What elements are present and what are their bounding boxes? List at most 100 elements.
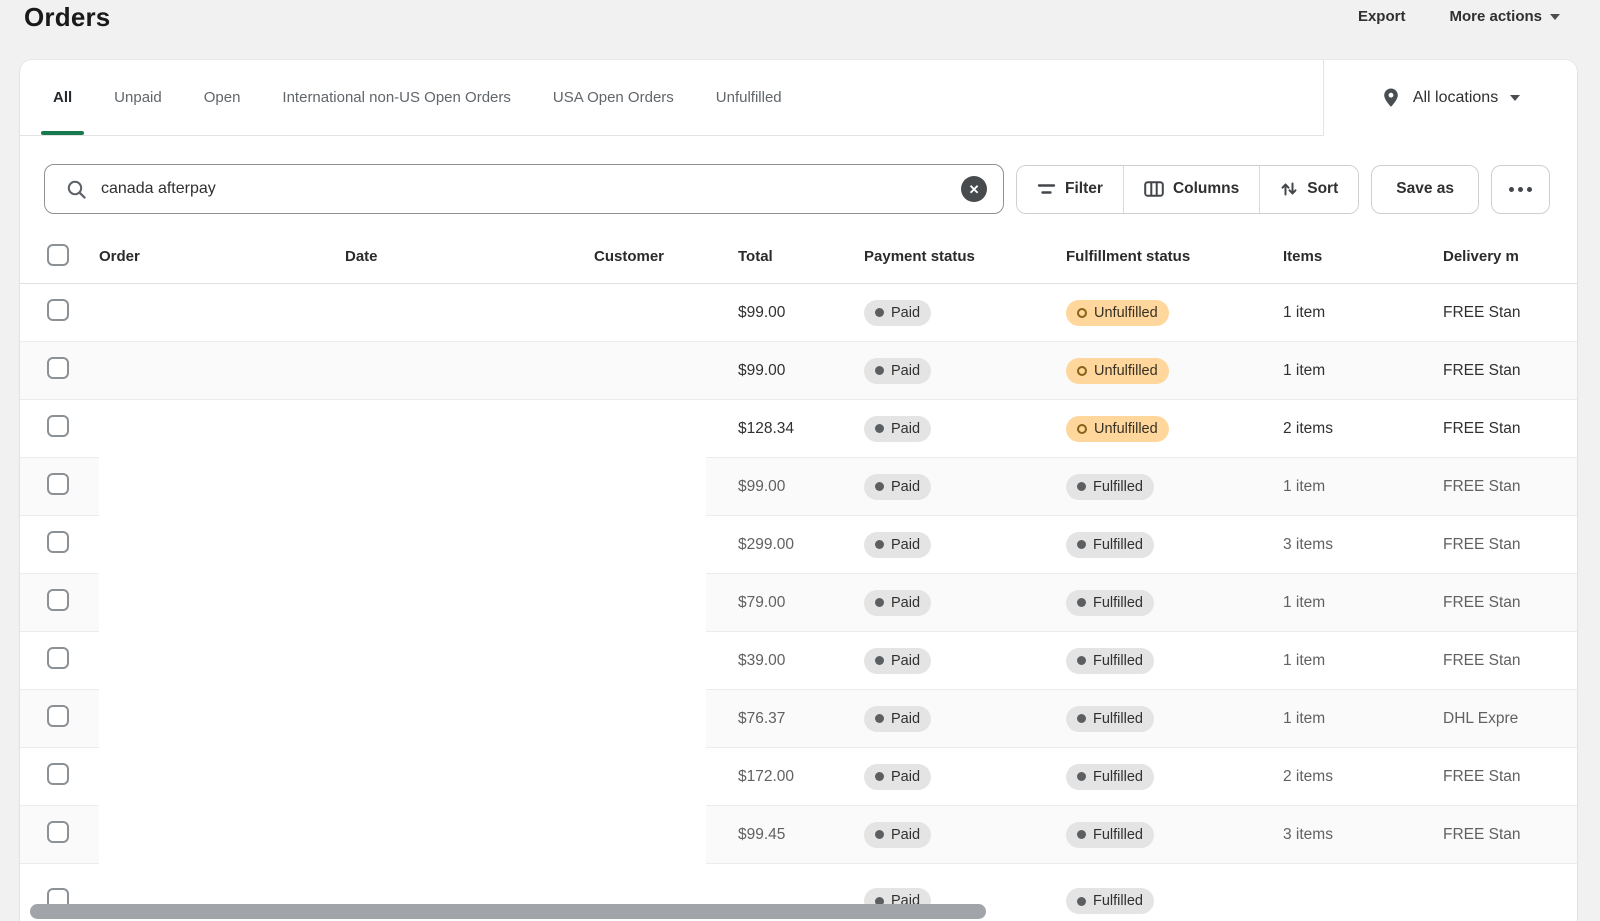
status-dot-icon bbox=[875, 366, 884, 375]
location-filter-button[interactable]: All locations bbox=[1323, 60, 1577, 136]
tab-unpaid[interactable]: Unpaid bbox=[99, 60, 177, 135]
search-box[interactable]: ✕ bbox=[44, 164, 1004, 214]
orders-table: Order Date Customer Total Payment status… bbox=[20, 230, 1577, 921]
filter-button[interactable]: Filter bbox=[1017, 166, 1123, 213]
fulfillment-status-badge: Fulfilled bbox=[1066, 706, 1154, 732]
row-checkbox[interactable] bbox=[47, 647, 69, 669]
total-cell: $128.34 bbox=[738, 420, 864, 438]
table-row[interactable]: $99.45 Paid Fulfilled 3 items FREE Stan bbox=[20, 806, 1577, 864]
table-row[interactable]: $79.00 Paid Fulfilled 1 item FREE Stan bbox=[20, 574, 1577, 632]
status-dot-icon bbox=[1077, 656, 1086, 665]
column-header-delivery-method: Delivery m bbox=[1443, 248, 1577, 265]
status-dot-icon bbox=[875, 482, 884, 491]
sort-button[interactable]: Sort bbox=[1259, 166, 1358, 213]
columns-icon bbox=[1144, 181, 1164, 197]
table-row[interactable]: $99.00 Paid Fulfilled 1 item FREE Stan bbox=[20, 458, 1577, 516]
fulfillment-status-badge: Unfulfilled bbox=[1066, 416, 1169, 442]
delivery-method-cell: FREE Stan bbox=[1443, 826, 1577, 844]
clear-search-button[interactable]: ✕ bbox=[961, 176, 987, 202]
tab-all[interactable]: All bbox=[38, 60, 87, 135]
status-dot-icon bbox=[1077, 366, 1087, 376]
status-dot-icon bbox=[1077, 540, 1086, 549]
status-dot-icon bbox=[875, 540, 884, 549]
status-dot-icon bbox=[1077, 424, 1087, 434]
delivery-method-cell: DHL Expre bbox=[1443, 710, 1577, 728]
table-row[interactable]: $76.37 Paid Fulfilled 1 item DHL Expre bbox=[20, 690, 1577, 748]
table-row[interactable]: $128.34 Paid Unfulfilled 2 items FREE St… bbox=[20, 400, 1577, 458]
total-cell: $79.00 bbox=[738, 594, 864, 612]
fulfillment-status-badge: Fulfilled bbox=[1066, 474, 1154, 500]
location-filter-label: All locations bbox=[1413, 89, 1498, 107]
delivery-method-cell: FREE Stan bbox=[1443, 420, 1577, 438]
status-dot-icon bbox=[875, 598, 884, 607]
fulfillment-status-badge: Fulfilled bbox=[1066, 764, 1154, 790]
more-actions-button[interactable]: More actions bbox=[1449, 8, 1560, 25]
column-header-customer: Customer bbox=[594, 248, 738, 265]
fulfillment-status-badge: Fulfilled bbox=[1066, 532, 1154, 558]
payment-status-badge: Paid bbox=[864, 822, 931, 848]
row-checkbox[interactable] bbox=[47, 705, 69, 727]
header-actions: Export More actions bbox=[1358, 2, 1560, 25]
row-checkbox[interactable] bbox=[47, 473, 69, 495]
row-checkbox[interactable] bbox=[47, 357, 69, 379]
row-checkbox[interactable] bbox=[47, 531, 69, 553]
column-header-date: Date bbox=[345, 248, 594, 265]
status-dot-icon bbox=[875, 308, 884, 317]
chevron-down-icon bbox=[1550, 14, 1560, 20]
items-cell: 3 items bbox=[1283, 536, 1443, 554]
table-row[interactable]: $172.00 Paid Fulfilled 2 items FREE Stan bbox=[20, 748, 1577, 806]
chevron-down-icon bbox=[1510, 95, 1520, 101]
tab-international-non-us-open-orders[interactable]: International non-US Open Orders bbox=[267, 60, 525, 135]
items-cell: 2 items bbox=[1283, 768, 1443, 786]
row-checkbox[interactable] bbox=[47, 589, 69, 611]
toolbar: ✕ Filter Columns bbox=[20, 136, 1577, 230]
more-actions-label: More actions bbox=[1449, 8, 1542, 25]
table-tools-group: Filter Columns Sort bbox=[1016, 165, 1359, 214]
fulfillment-status-badge: Fulfilled bbox=[1066, 822, 1154, 848]
table-row[interactable]: $99.00 Paid Unfulfilled 1 item FREE Stan bbox=[20, 284, 1577, 342]
horizontal-scrollbar-thumb[interactable] bbox=[30, 904, 986, 919]
save-as-button[interactable]: Save as bbox=[1371, 165, 1479, 214]
row-checkbox[interactable] bbox=[47, 821, 69, 843]
tab-unfulfilled[interactable]: Unfulfilled bbox=[701, 60, 797, 135]
fulfillment-status-badge: Fulfilled bbox=[1066, 648, 1154, 674]
status-dot-icon bbox=[875, 424, 884, 433]
row-checkbox[interactable] bbox=[47, 415, 69, 437]
payment-status-badge: Paid bbox=[864, 300, 931, 326]
columns-button[interactable]: Columns bbox=[1123, 166, 1259, 213]
table-row[interactable]: $39.00 Paid Fulfilled 1 item FREE Stan bbox=[20, 632, 1577, 690]
total-cell: $172.00 bbox=[738, 768, 864, 786]
payment-status-badge: Paid bbox=[864, 648, 931, 674]
payment-status-badge: Paid bbox=[864, 416, 931, 442]
table-row[interactable]: $299.00 Paid Fulfilled 3 items FREE Stan bbox=[20, 516, 1577, 574]
row-checkbox[interactable] bbox=[47, 299, 69, 321]
column-header-fulfillment-status: Fulfillment status bbox=[1066, 248, 1283, 265]
fulfillment-status-badge: Fulfilled bbox=[1066, 888, 1154, 914]
status-dot-icon bbox=[875, 714, 884, 723]
status-dot-icon bbox=[875, 656, 884, 665]
row-checkbox[interactable] bbox=[47, 763, 69, 785]
more-options-button[interactable] bbox=[1491, 165, 1550, 214]
table-row[interactable]: $99.00 Paid Unfulfilled 1 item FREE Stan bbox=[20, 342, 1577, 400]
delivery-method-cell: FREE Stan bbox=[1443, 304, 1577, 322]
total-cell: $99.00 bbox=[738, 362, 864, 380]
status-dot-icon bbox=[875, 830, 884, 839]
items-cell: 1 item bbox=[1283, 594, 1443, 612]
filter-label: Filter bbox=[1065, 180, 1103, 198]
items-cell: 1 item bbox=[1283, 304, 1443, 322]
select-all-checkbox[interactable] bbox=[47, 244, 69, 266]
tab-open[interactable]: Open bbox=[189, 60, 256, 135]
table-header-row: Order Date Customer Total Payment status… bbox=[20, 230, 1577, 284]
page-header: Orders Export More actions bbox=[0, 0, 1600, 50]
sort-arrows-icon bbox=[1280, 180, 1298, 198]
delivery-method-cell: FREE Stan bbox=[1443, 536, 1577, 554]
tab-usa-open-orders[interactable]: USA Open Orders bbox=[538, 60, 689, 135]
total-cell: $76.37 bbox=[738, 710, 864, 728]
table-body: $99.00 Paid Unfulfilled 1 item FREE Stan… bbox=[20, 284, 1577, 864]
export-button[interactable]: Export bbox=[1358, 8, 1406, 25]
search-icon bbox=[66, 179, 87, 200]
items-cell: 3 items bbox=[1283, 826, 1443, 844]
column-header-payment-status: Payment status bbox=[864, 248, 1066, 265]
status-dot-icon bbox=[1077, 308, 1087, 318]
search-input[interactable] bbox=[101, 180, 947, 198]
